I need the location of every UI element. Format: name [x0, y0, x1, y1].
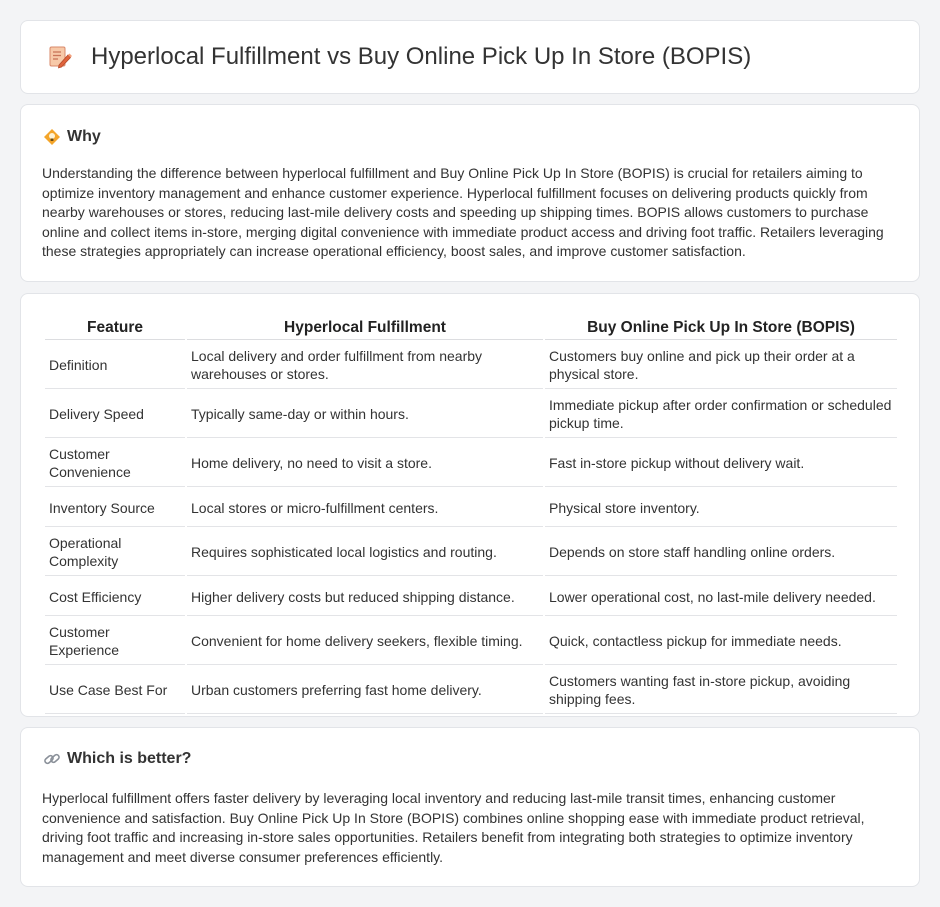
page-title: Hyperlocal Fulfillment vs Buy Online Pic… — [91, 43, 752, 70]
bopis-cell: Immediate pickup after order confirmatio… — [545, 391, 897, 438]
table-row: Delivery Speed Typically same-day or wit… — [45, 391, 897, 438]
hyperlocal-cell: Higher delivery costs but reduced shippi… — [187, 578, 543, 616]
table-row: Definition Local delivery and order fulf… — [45, 342, 897, 389]
feature-cell: Delivery Speed — [45, 391, 185, 438]
hyperlocal-cell: Local stores or micro-fulfillment center… — [187, 489, 543, 527]
lightbulb-diamond-icon — [43, 128, 61, 146]
which-is-better-card: Which is better? Hyperlocal fulfillment … — [20, 727, 920, 887]
hyperlocal-cell: Requires sophisticated local logistics a… — [187, 529, 543, 576]
column-header-feature: Feature — [45, 316, 185, 340]
feature-cell: Operational Complexity — [45, 529, 185, 576]
hyperlocal-cell: Convenient for home delivery seekers, fl… — [187, 618, 543, 665]
table-row: Cost Efficiency Higher delivery costs bu… — [45, 578, 897, 616]
better-heading: Which is better? — [43, 750, 191, 768]
bopis-cell: Depends on store staff handling online o… — [545, 529, 897, 576]
comparison-table: Feature Hyperlocal Fulfillment Buy Onlin… — [43, 314, 899, 716]
why-title: Why — [67, 128, 101, 145]
column-header-hyperlocal: Hyperlocal Fulfillment — [187, 316, 543, 340]
hyperlocal-cell: Urban customers preferring fast home del… — [187, 667, 543, 714]
link-icon — [43, 750, 61, 768]
feature-cell: Use Case Best For — [45, 667, 185, 714]
bopis-cell: Lower operational cost, no last-mile del… — [545, 578, 897, 616]
comparison-table-card: Feature Hyperlocal Fulfillment Buy Onlin… — [20, 293, 920, 717]
feature-cell: Inventory Source — [45, 489, 185, 527]
bopis-cell: Quick, contactless pickup for immediate … — [545, 618, 897, 665]
bopis-cell: Customers buy online and pick up their o… — [545, 342, 897, 389]
table-row: Customer Experience Convenient for home … — [45, 618, 897, 665]
feature-cell: Customer Convenience — [45, 440, 185, 487]
hyperlocal-cell: Typically same-day or within hours. — [187, 391, 543, 438]
table-row: Inventory Source Local stores or micro-f… — [45, 489, 897, 527]
bopis-cell: Physical store inventory. — [545, 489, 897, 527]
table-row: Operational Complexity Requires sophisti… — [45, 529, 897, 576]
why-heading: Why — [43, 128, 101, 146]
bopis-cell: Customers wanting fast in-store pickup, … — [545, 667, 897, 714]
document-pen-icon — [45, 43, 73, 71]
table-header-row: Feature Hyperlocal Fulfillment Buy Onlin… — [45, 316, 897, 340]
better-title: Which is better? — [67, 750, 192, 767]
table-row: Use Case Best For Urban customers prefer… — [45, 667, 897, 714]
why-text: Understanding the difference between hyp… — [42, 165, 884, 260]
column-header-bopis: Buy Online Pick Up In Store (BOPIS) — [545, 316, 897, 340]
bopis-cell: Fast in-store pickup without delivery wa… — [545, 440, 897, 487]
table-row: Customer Convenience Home delivery, no n… — [45, 440, 897, 487]
hyperlocal-cell: Home delivery, no need to visit a store. — [187, 440, 543, 487]
feature-cell: Customer Experience — [45, 618, 185, 665]
hyperlocal-cell: Local delivery and order fulfillment fro… — [187, 342, 543, 389]
why-card: Why Understanding the difference between… — [20, 104, 920, 282]
feature-cell: Definition — [45, 342, 185, 389]
better-text: Hyperlocal fulfillment offers faster del… — [42, 790, 865, 865]
feature-cell: Cost Efficiency — [45, 578, 185, 616]
title-card: Hyperlocal Fulfillment vs Buy Online Pic… — [20, 20, 920, 94]
